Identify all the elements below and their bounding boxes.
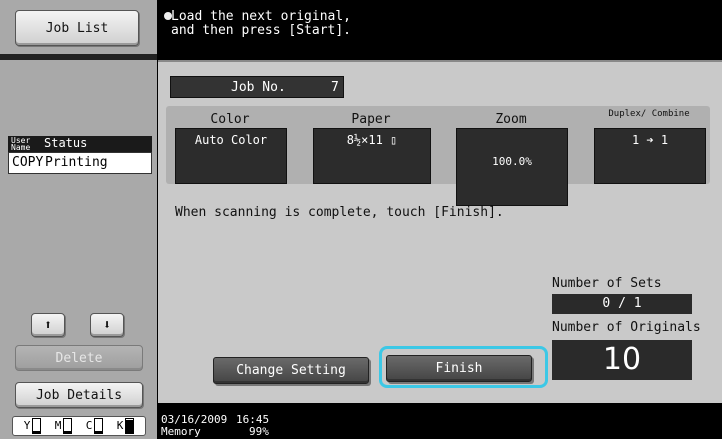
change-setting-button[interactable]: Change Setting	[213, 357, 369, 384]
user-name-header: User Name	[11, 136, 31, 152]
job-details-button[interactable]: Job Details	[15, 382, 143, 408]
duplex-value: 1 ➔ 1	[594, 128, 706, 184]
job-list-panel	[0, 0, 157, 439]
job-number-value: 7	[331, 80, 339, 95]
toner-m: M	[55, 418, 73, 434]
number-of-originals-value: 10	[552, 340, 692, 380]
job-status: Printing	[45, 155, 108, 170]
color-label: Color	[210, 112, 250, 127]
paper-label: Paper	[351, 112, 391, 127]
job-table-header: User Name Status	[8, 136, 152, 152]
toner-k: K	[117, 418, 135, 434]
job-list-button[interactable]: Job List	[15, 10, 139, 46]
color-value: Auto Color	[175, 128, 287, 184]
delete-button[interactable]: Delete	[15, 345, 143, 371]
job-number-label: Job No.	[231, 80, 286, 95]
toner-levels: Y M C K	[12, 416, 146, 436]
memory-value: 99%	[249, 425, 269, 438]
scan-instruction: When scanning is complete, touch [Finish…	[175, 205, 504, 220]
job-number-box: Job No. 7	[170, 76, 344, 98]
zoom-value: 100.0%	[456, 128, 568, 206]
paper-value: 8½×11 ▯	[313, 128, 431, 184]
scroll-down-button[interactable]: ⬇	[90, 313, 124, 337]
job-user: COPY	[12, 155, 44, 170]
arrow-up-icon: ⬆	[44, 317, 52, 333]
scroll-up-button[interactable]: ⬆	[31, 313, 65, 337]
message-line-1: Load the next original,	[171, 9, 352, 24]
toner-y: Y	[24, 418, 42, 434]
arrow-down-icon: ⬇	[103, 317, 111, 333]
number-of-originals-label: Number of Originals	[552, 320, 701, 335]
duplex-label: Duplex/ Combine	[608, 109, 690, 119]
panel-divider	[0, 54, 157, 60]
message-line-2: and then press [Start].	[171, 23, 352, 38]
job-table-row[interactable]: COPY Printing	[8, 152, 152, 174]
toner-c: C	[86, 418, 104, 434]
memory-label: Memory	[161, 425, 201, 438]
number-of-sets-label: Number of Sets	[552, 276, 662, 291]
finish-button[interactable]: Finish	[386, 355, 532, 382]
zoom-label: Zoom	[495, 112, 527, 127]
status-header: Status	[44, 136, 88, 150]
number-of-sets-value: 0 / 1	[552, 294, 692, 314]
